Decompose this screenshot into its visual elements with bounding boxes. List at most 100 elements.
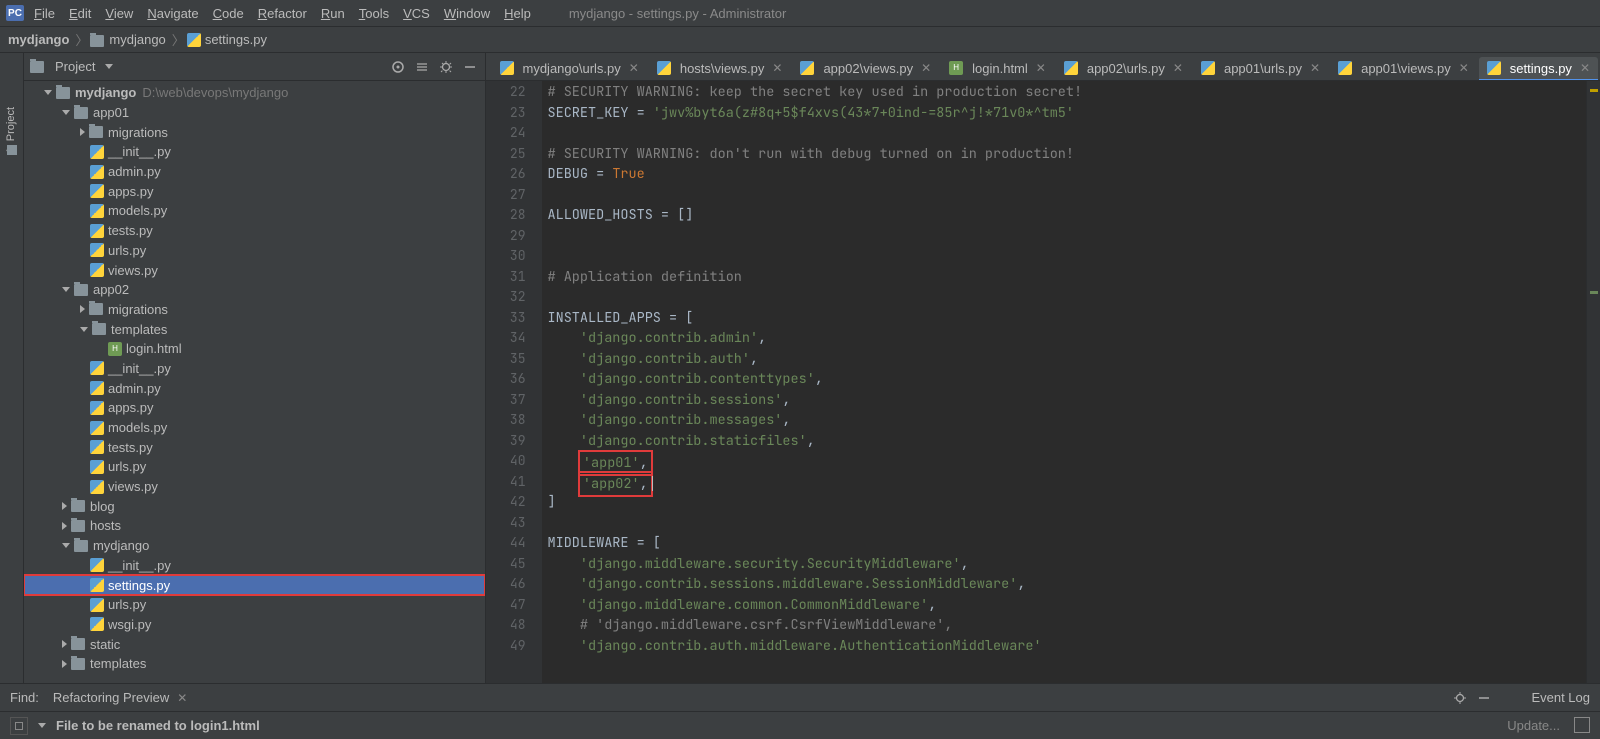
- gear-icon[interactable]: [1453, 691, 1467, 705]
- code-line[interactable]: [548, 288, 1600, 309]
- line-number[interactable]: 30: [486, 247, 542, 268]
- event-log-button[interactable]: Event Log: [1531, 690, 1590, 705]
- line-number[interactable]: 42: [486, 493, 542, 514]
- menu-view[interactable]: View: [105, 6, 133, 21]
- line-number[interactable]: 47: [486, 596, 542, 617]
- line-number[interactable]: 27: [486, 186, 542, 207]
- tree-node-templates[interactable]: templates: [24, 654, 485, 674]
- menu-help[interactable]: Help: [504, 6, 531, 21]
- find-toolwindow-button[interactable]: Find:: [10, 690, 39, 705]
- menu-code[interactable]: Code: [213, 6, 244, 21]
- tree-node-blog[interactable]: blog: [24, 496, 485, 516]
- code-line[interactable]: 'django.contrib.messages',: [548, 411, 1600, 432]
- tree-node-migrations[interactable]: migrations: [24, 122, 485, 142]
- close-icon[interactable]: ✕: [1580, 61, 1590, 75]
- code-line[interactable]: [548, 247, 1600, 268]
- code-line[interactable]: 'django.contrib.sessions.middleware.Sess…: [548, 575, 1600, 596]
- editor-tab-app01-views-py[interactable]: app01\views.py✕: [1330, 56, 1477, 80]
- project-view-selector[interactable]: Project: [30, 59, 383, 74]
- close-icon[interactable]: ✕: [1310, 61, 1320, 75]
- breadcrumb-root[interactable]: mydjango: [8, 32, 69, 47]
- tree-node-urls-py[interactable]: urls.py: [24, 457, 485, 477]
- tree-node-login-html[interactable]: Hlogin.html: [24, 339, 485, 359]
- menu-window[interactable]: Window: [444, 6, 490, 21]
- line-number[interactable]: 43: [486, 514, 542, 535]
- breadcrumb-file[interactable]: settings.py: [187, 32, 267, 48]
- line-number[interactable]: 49: [486, 637, 542, 658]
- tree-node-hosts[interactable]: hosts: [24, 516, 485, 536]
- tree-node-models-py[interactable]: models.py: [24, 201, 485, 221]
- menu-file[interactable]: File: [34, 6, 55, 21]
- line-number[interactable]: 31: [486, 268, 542, 289]
- close-icon[interactable]: ✕: [1459, 61, 1469, 75]
- line-number[interactable]: 26: [486, 165, 542, 186]
- menu-navigate[interactable]: Navigate: [147, 6, 198, 21]
- tree-node-urls-py[interactable]: urls.py: [24, 595, 485, 615]
- tree-node-admin-py[interactable]: admin.py: [24, 378, 485, 398]
- code-line[interactable]: [548, 124, 1600, 145]
- code-line[interactable]: # 'django.middleware.csrf.CsrfViewMiddle…: [548, 616, 1600, 637]
- tree-node-settings-py[interactable]: settings.py: [24, 575, 485, 595]
- code-line[interactable]: # SECURITY WARNING: don't run with debug…: [548, 145, 1600, 166]
- tree-node-tests-py[interactable]: tests.py: [24, 437, 485, 457]
- tree-node-static[interactable]: static: [24, 634, 485, 654]
- update-hint[interactable]: Update...: [1507, 718, 1560, 733]
- code-line[interactable]: ]: [548, 493, 1600, 514]
- line-number[interactable]: 45: [486, 555, 542, 576]
- code-line[interactable]: 'django.contrib.admin',: [548, 329, 1600, 350]
- code-line[interactable]: 'django.contrib.sessions',: [548, 391, 1600, 412]
- code-line[interactable]: 'django.contrib.auth',: [548, 350, 1600, 371]
- tree-node-templates[interactable]: templates: [24, 319, 485, 339]
- line-number[interactable]: 40: [486, 452, 542, 473]
- code-line[interactable]: [548, 186, 1600, 207]
- code-line[interactable]: INSTALLED_APPS = [: [548, 309, 1600, 330]
- line-number[interactable]: 46: [486, 575, 542, 596]
- tree-node---init---py[interactable]: __init__.py: [24, 142, 485, 162]
- code-line[interactable]: SECRET_KEY = 'jwv%byt6a(z#8q+5$f4xvs(43*…: [548, 104, 1600, 125]
- menu-vcs[interactable]: VCS: [403, 6, 430, 21]
- line-number[interactable]: 32: [486, 288, 542, 309]
- hide-icon[interactable]: [1477, 691, 1491, 705]
- structure-icon[interactable]: [7, 145, 17, 155]
- editor-tab-settings-py[interactable]: settings.py✕: [1479, 57, 1598, 81]
- line-number[interactable]: 24: [486, 124, 542, 145]
- close-icon[interactable]: ✕: [772, 61, 782, 75]
- close-icon[interactable]: ✕: [629, 61, 639, 75]
- code-line[interactable]: 'django.contrib.auth.middleware.Authenti…: [548, 637, 1600, 658]
- tree-node-tests-py[interactable]: tests.py: [24, 221, 485, 241]
- gear-icon[interactable]: [437, 58, 455, 76]
- close-icon[interactable]: ✕: [1036, 61, 1046, 75]
- locate-icon[interactable]: [389, 58, 407, 76]
- code-line[interactable]: 'django.middleware.common.CommonMiddlewa…: [548, 596, 1600, 617]
- code-line[interactable]: [548, 227, 1600, 248]
- tree-node-mydjango[interactable]: mydjangoD:\web\devops\mydjango: [24, 83, 485, 103]
- code-line[interactable]: 'app01',: [548, 452, 1600, 473]
- close-icon[interactable]: ✕: [921, 61, 931, 75]
- project-tree[interactable]: mydjangoD:\web\devops\mydjangoapp01migra…: [24, 81, 485, 683]
- code-line[interactable]: # SECURITY WARNING: keep the secret key …: [548, 83, 1600, 104]
- line-number[interactable]: 37: [486, 391, 542, 412]
- close-icon[interactable]: ✕: [177, 691, 187, 705]
- code-line[interactable]: DEBUG = True: [548, 165, 1600, 186]
- line-number[interactable]: 36: [486, 370, 542, 391]
- code-line[interactable]: 'django.contrib.contenttypes',: [548, 370, 1600, 391]
- editor-tab-app02-urls-py[interactable]: app02\urls.py✕: [1056, 56, 1191, 80]
- close-icon[interactable]: ✕: [1173, 61, 1183, 75]
- error-stripe[interactable]: [1586, 81, 1600, 683]
- toolwindow-quick-access-button[interactable]: [10, 717, 28, 735]
- line-number[interactable]: 23: [486, 104, 542, 125]
- tree-node-app02[interactable]: app02: [24, 280, 485, 300]
- tree-node-app01[interactable]: app01: [24, 103, 485, 123]
- line-number[interactable]: 25: [486, 145, 542, 166]
- code-line[interactable]: [548, 514, 1600, 535]
- tree-node-urls-py[interactable]: urls.py: [24, 241, 485, 261]
- line-number[interactable]: 29: [486, 227, 542, 248]
- line-number[interactable]: 39: [486, 432, 542, 453]
- editor-tab-hosts-views-py[interactable]: hosts\views.py✕: [649, 56, 791, 80]
- tree-node-views-py[interactable]: views.py: [24, 477, 485, 497]
- editor-tab-login-html[interactable]: Hlogin.html✕: [941, 56, 1054, 80]
- code-line[interactable]: ALLOWED_HOSTS = []: [548, 206, 1600, 227]
- tree-node---init---py[interactable]: __init__.py: [24, 556, 485, 576]
- code-line[interactable]: 'app02',: [548, 473, 1600, 494]
- code-editor[interactable]: # SECURITY WARNING: keep the secret key …: [542, 81, 1600, 683]
